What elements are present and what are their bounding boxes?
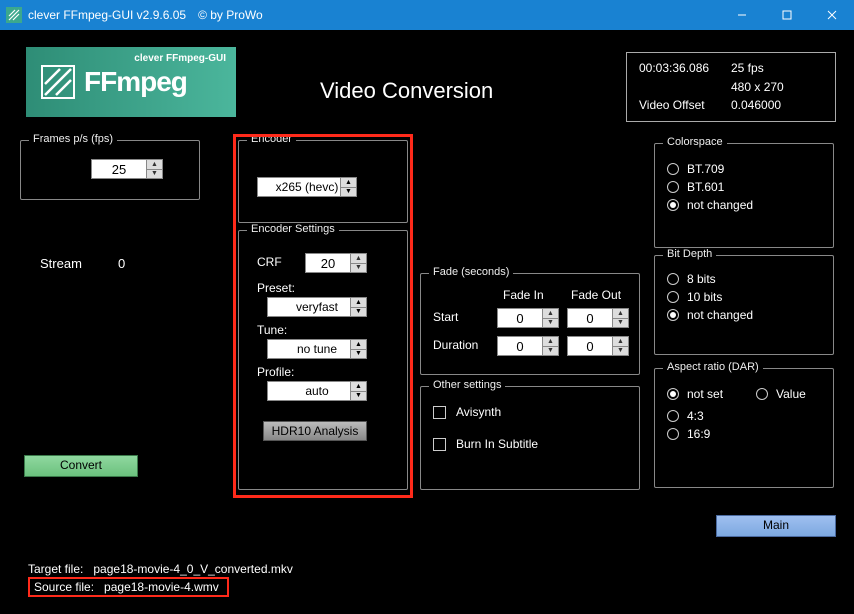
fade-start-label: Start bbox=[433, 310, 458, 324]
target-file-line: Target file: page18-movie-4_0_V_converte… bbox=[28, 562, 293, 576]
dar-169[interactable]: 16:9 bbox=[667, 427, 833, 441]
encset-legend: Encoder Settings bbox=[247, 223, 339, 235]
other-settings-group: Other settings Avisynth Burn In Subtitle bbox=[420, 386, 640, 490]
crf-input[interactable] bbox=[305, 253, 351, 273]
depth-10[interactable]: 10 bits bbox=[667, 290, 833, 304]
convert-button[interactable]: Convert bbox=[24, 455, 138, 477]
bitdepth-group: Bit Depth 8 bits 10 bits not changed bbox=[654, 255, 834, 355]
depth-8[interactable]: 8 bits bbox=[667, 272, 833, 286]
fade-dur-out-input[interactable] bbox=[567, 336, 613, 356]
fps-spinner[interactable]: ▲▼ bbox=[147, 159, 163, 179]
profile-value: auto bbox=[305, 384, 328, 398]
close-button[interactable] bbox=[809, 0, 854, 30]
fade-group: Fade (seconds) Fade In Fade Out Start ▲▼… bbox=[420, 273, 640, 375]
fade-dur-in-input[interactable] bbox=[497, 336, 543, 356]
dar-group: Aspect ratio (DAR) not set Value 4:3 16:… bbox=[654, 368, 834, 488]
fade-legend: Fade (seconds) bbox=[429, 266, 513, 278]
fps-group: Frames p/s (fps) ▲▼ bbox=[20, 140, 200, 200]
cspace-legend: Colorspace bbox=[663, 136, 727, 148]
page-title: Video Conversion bbox=[320, 78, 493, 104]
depth-legend: Bit Depth bbox=[663, 248, 716, 260]
info-offset: 0.046000 bbox=[731, 98, 823, 113]
stream-label: Stream bbox=[40, 256, 82, 271]
fade-start-out-spin[interactable]: ▲▼ bbox=[613, 308, 629, 328]
logo-small-text: clever FFmpeg-GUI bbox=[134, 53, 226, 64]
info-offset-label: Video Offset bbox=[639, 98, 731, 113]
window-copyright: © by ProWo bbox=[198, 8, 263, 22]
tune-value: no tune bbox=[297, 342, 337, 356]
profile-select[interactable]: auto ▲▼ bbox=[267, 381, 367, 401]
burn-subtitle-checkbox[interactable]: Burn In Subtitle bbox=[433, 437, 639, 451]
encoder-settings-group: Encoder Settings CRF ▲▼ Preset: veryfast… bbox=[238, 230, 408, 490]
minimize-button[interactable] bbox=[719, 0, 764, 30]
colorspace-group: Colorspace BT.709 BT.601 not changed bbox=[654, 143, 834, 248]
ffmpeg-icon bbox=[40, 64, 76, 100]
info-resolution: 480 x 270 bbox=[731, 80, 823, 95]
content-area: clever FFmpeg-GUI FFmpeg Video Conversio… bbox=[0, 30, 854, 614]
app-window: clever FFmpeg-GUI v2.9.6.05 © by ProWo c… bbox=[0, 0, 854, 614]
fade-start-out-input[interactable] bbox=[567, 308, 613, 328]
tune-select[interactable]: no tune ▲▼ bbox=[267, 339, 367, 359]
maximize-button[interactable] bbox=[764, 0, 809, 30]
preset-select[interactable]: veryfast ▲▼ bbox=[267, 297, 367, 317]
other-legend: Other settings bbox=[429, 379, 505, 391]
fps-input[interactable] bbox=[91, 159, 147, 179]
hdr10-analysis-button[interactable]: HDR10 Analysis bbox=[263, 421, 367, 441]
fade-dur-out-spin[interactable]: ▲▼ bbox=[613, 336, 629, 356]
video-info-box: 00:03:36.086 25 fps 480 x 270 Video Offs… bbox=[626, 52, 836, 122]
cspace-notchanged[interactable]: not changed bbox=[667, 198, 833, 212]
avisynth-checkbox[interactable]: Avisynth bbox=[433, 405, 639, 419]
depth-notchanged[interactable]: not changed bbox=[667, 308, 833, 322]
info-fps: 25 fps bbox=[731, 61, 823, 76]
dar-value[interactable]: Value bbox=[756, 387, 833, 401]
source-file: page18-movie-4.wmv bbox=[104, 580, 219, 594]
cspace-bt709[interactable]: BT.709 bbox=[667, 162, 833, 176]
logo-banner: clever FFmpeg-GUI FFmpeg bbox=[26, 47, 236, 117]
titlebar: clever FFmpeg-GUI v2.9.6.05 © by ProWo bbox=[0, 0, 854, 30]
dar-legend: Aspect ratio (DAR) bbox=[663, 361, 763, 373]
stream-value: 0 bbox=[118, 256, 125, 271]
crf-label: CRF bbox=[257, 255, 282, 269]
main-button[interactable]: Main bbox=[716, 515, 836, 537]
app-icon bbox=[6, 7, 22, 23]
cspace-bt601[interactable]: BT.601 bbox=[667, 180, 833, 194]
dar-notset[interactable]: not set bbox=[667, 387, 744, 401]
fadeout-label: Fade Out bbox=[571, 288, 621, 302]
fade-dur-in-spin[interactable]: ▲▼ bbox=[543, 336, 559, 356]
target-file: page18-movie-4_0_V_converted.mkv bbox=[93, 562, 292, 576]
source-file-line: Source file: page18-movie-4.wmv bbox=[28, 577, 229, 597]
fade-start-in-input[interactable] bbox=[497, 308, 543, 328]
encoder-value: x265 (hevc) bbox=[276, 180, 339, 194]
info-duration: 00:03:36.086 bbox=[639, 61, 731, 76]
encoder-legend: Encoder bbox=[247, 133, 296, 145]
encoder-group: Encoder x265 (hevc) ▲▼ bbox=[238, 140, 408, 223]
window-title: clever FFmpeg-GUI v2.9.6.05 bbox=[28, 8, 186, 22]
fadein-label: Fade In bbox=[503, 288, 544, 302]
crf-spinner[interactable]: ▲▼ bbox=[351, 253, 367, 273]
fade-start-in-spin[interactable]: ▲▼ bbox=[543, 308, 559, 328]
fps-legend: Frames p/s (fps) bbox=[29, 133, 117, 145]
tune-label: Tune: bbox=[257, 323, 287, 337]
profile-label: Profile: bbox=[257, 365, 294, 379]
preset-value: veryfast bbox=[296, 300, 338, 314]
encoder-select[interactable]: x265 (hevc) ▲▼ bbox=[257, 177, 357, 197]
preset-label: Preset: bbox=[257, 281, 295, 295]
logo-brand: FFmpeg bbox=[84, 66, 187, 98]
dar-43[interactable]: 4:3 bbox=[667, 409, 833, 423]
fade-dur-label: Duration bbox=[433, 338, 478, 352]
